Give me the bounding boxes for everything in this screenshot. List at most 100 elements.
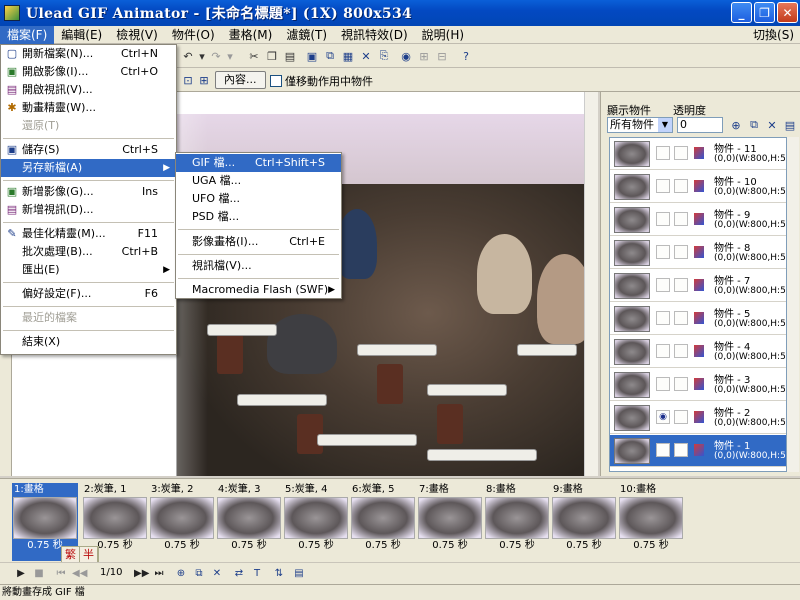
visibility-toggle[interactable] <box>656 245 670 259</box>
preview-icon[interactable]: ◉ <box>398 48 414 64</box>
object-row[interactable]: 物件 - 7 (0,0)(W:800,H:53 <box>610 270 786 302</box>
menu-view[interactable]: 檢視(V) <box>109 26 165 44</box>
close-button[interactable]: ✕ <box>777 2 798 23</box>
next-frame-icon[interactable]: ▶▶ <box>134 567 149 581</box>
merge-icon[interactable]: ⊞ <box>416 48 432 64</box>
menu-item-add-image[interactable]: ▣ 新增影像(G)... Ins <box>1 183 176 201</box>
object-icon[interactable]: ⧉ <box>322 48 338 64</box>
duplicate-object-icon[interactable]: ⧉ <box>747 118 761 132</box>
previous-frame-icon[interactable]: ◀◀ <box>72 567 87 581</box>
canvas-scrollbar[interactable] <box>584 92 598 476</box>
restore-button[interactable]: ❐ <box>754 2 775 23</box>
lock-toggle[interactable] <box>674 377 688 391</box>
frame-thumb[interactable]: 10:畫格 0.75 秒 <box>618 483 684 561</box>
redo-dropdown-icon[interactable]: ▾ <box>222 48 238 64</box>
split-icon[interactable]: ⊟ <box>434 48 450 64</box>
menu-edit[interactable]: 編輯(E) <box>54 26 109 44</box>
visibility-toggle[interactable] <box>656 212 670 226</box>
menu-switch[interactable]: 切換(S) <box>746 26 800 44</box>
lock-toggle[interactable] <box>674 179 688 193</box>
submenu-item-swf[interactable]: Macromedia Flash (SWF) ▶ <box>176 281 341 299</box>
move-active-only-checkbox[interactable] <box>270 75 282 87</box>
copy-icon[interactable]: ❐ <box>264 48 280 64</box>
menu-item-export[interactable]: 匯出(E) ▶ <box>1 261 176 279</box>
delete-object-icon[interactable]: ✕ <box>765 118 779 132</box>
object-row[interactable]: 物件 - 11 (0,0)(W:800,H:53 <box>610 138 786 170</box>
lock-toggle[interactable] <box>674 245 688 259</box>
object-row[interactable]: ◉ 物件 - 2 (0,0)(W:800,H:53 <box>610 402 786 434</box>
visibility-toggle[interactable] <box>656 146 670 160</box>
menu-item-preferences[interactable]: 偏好設定(F)... F6 <box>1 285 176 303</box>
frame-thumb[interactable]: 5:炭筆, 4 0.75 秒 <box>283 483 349 561</box>
minimize-button[interactable]: _ <box>731 2 752 23</box>
object-row[interactable]: 物件 - 10 (0,0)(W:800,H:53 <box>610 171 786 203</box>
properties-button[interactable]: 內容... <box>215 71 266 89</box>
app-icon[interactable] <box>4 5 20 21</box>
show-objects-select[interactable]: 所有物件 ▼ <box>607 117 673 133</box>
reverse-frames-icon[interactable]: ⇅ <box>272 567 286 581</box>
first-frame-icon[interactable]: ⏮ <box>54 567 68 581</box>
object-row[interactable]: 物件 - 3 (0,0)(W:800,H:53 <box>610 369 786 401</box>
lock-toggle[interactable] <box>674 311 688 325</box>
grid-icon[interactable]: ⊞ <box>196 72 212 88</box>
menu-item-open-image[interactable]: ▣ 開啟影像(I)... Ctrl+O <box>1 63 176 81</box>
frame-thumb[interactable]: 6:炭筆, 5 0.75 秒 <box>350 483 416 561</box>
submenu-item-gif[interactable]: GIF 檔... Ctrl+Shift+S <box>176 154 341 172</box>
object-row-selected[interactable]: 物件 - 1 (0,0)(W:800,H:53 <box>610 435 786 467</box>
menu-video-effects[interactable]: 視訊特效(D) <box>334 26 415 44</box>
lock-toggle[interactable] <box>674 146 688 160</box>
cut-icon[interactable]: ✂ <box>246 48 262 64</box>
object-properties-icon[interactable]: ▤ <box>783 118 797 132</box>
menu-item-add-video[interactable]: ▤ 新增視訊(D)... <box>1 201 176 219</box>
help-pointer-icon[interactable]: ? <box>458 48 474 64</box>
frame-thumb[interactable]: 4:炭筆, 3 0.75 秒 <box>216 483 282 561</box>
lock-toggle[interactable] <box>674 212 688 226</box>
duplicate-icon[interactable]: ⎘ <box>376 48 392 64</box>
submenu-item-uga[interactable]: UGA 檔... <box>176 172 341 190</box>
object-list-scrollbar[interactable] <box>787 137 799 472</box>
menu-item-recent-files[interactable]: 最近的檔案 <box>1 309 176 327</box>
stop-icon[interactable]: ■ <box>32 567 46 581</box>
object-row[interactable]: 物件 - 5 (0,0)(W:800,H:53 <box>610 303 786 335</box>
lock-toggle[interactable] <box>674 443 688 457</box>
menu-file[interactable]: 檔案(F) <box>0 25 55 44</box>
ime-width[interactable]: 半 <box>80 547 98 563</box>
submenu-item-ufo[interactable]: UFO 檔... <box>176 190 341 208</box>
last-frame-icon[interactable]: ⏭ <box>152 567 166 581</box>
frame-thumb[interactable]: 9:畫格 0.75 秒 <box>551 483 617 561</box>
banner-text-icon[interactable]: T <box>250 567 264 581</box>
frame-thumb[interactable]: 7:畫格 0.75 秒 <box>417 483 483 561</box>
visibility-toggle[interactable] <box>656 278 670 292</box>
submenu-item-video[interactable]: 視訊檔(V)... <box>176 257 341 275</box>
menu-filter[interactable]: 濾鏡(T) <box>279 26 334 44</box>
menu-frame[interactable]: 畫格(M) <box>222 26 280 44</box>
menu-item-batch[interactable]: 批次處理(B)... Ctrl+B <box>1 243 176 261</box>
save-frame-icon[interactable]: ▣ <box>304 48 320 64</box>
visibility-toggle[interactable] <box>656 377 670 391</box>
menu-item-save-as[interactable]: 另存新檔(A) ▶ <box>1 159 176 177</box>
delete-icon[interactable]: ✕ <box>358 48 374 64</box>
submenu-item-image-frames[interactable]: 影像畫格(I)... Ctrl+E <box>176 233 341 251</box>
object-row[interactable]: 物件 - 9 (0,0)(W:800,H:53 <box>610 204 786 236</box>
frame-thumb[interactable]: 3:炭筆, 2 0.75 秒 <box>149 483 215 561</box>
menu-item-new[interactable]: ▢ 開新檔案(N)... Ctrl+N <box>1 45 176 63</box>
menu-item-exit[interactable]: 結束(X) <box>1 333 176 351</box>
menu-item-animation-wizard[interactable]: ✱ 動畫精靈(W)... <box>1 99 176 117</box>
visibility-toggle[interactable] <box>656 179 670 193</box>
lock-toggle[interactable] <box>674 278 688 292</box>
menu-item-optimize-wizard[interactable]: ✎ 最佳化精靈(M)... F11 <box>1 225 176 243</box>
visibility-toggle[interactable] <box>656 443 670 457</box>
object-row[interactable]: 物件 - 8 (0,0)(W:800,H:53 <box>610 237 786 269</box>
duplicate-frame-icon[interactable]: ⧉ <box>192 567 206 581</box>
object-row[interactable]: 物件 - 4 (0,0)(W:800,H:53 <box>610 336 786 368</box>
delete-frame-icon[interactable]: ✕ <box>210 567 224 581</box>
menu-object[interactable]: 物件(O) <box>165 26 222 44</box>
visibility-toggle[interactable] <box>656 311 670 325</box>
opacity-input[interactable]: 0 <box>677 117 723 133</box>
visibility-toggle[interactable] <box>656 344 670 358</box>
ime-mode[interactable]: 繁 <box>62 547 80 563</box>
paste-icon[interactable]: ▤ <box>282 48 298 64</box>
eye-icon[interactable]: ◉ <box>656 410 670 424</box>
frame-thumb[interactable]: 8:畫格 0.75 秒 <box>484 483 550 561</box>
menu-help[interactable]: 說明(H) <box>415 26 471 44</box>
